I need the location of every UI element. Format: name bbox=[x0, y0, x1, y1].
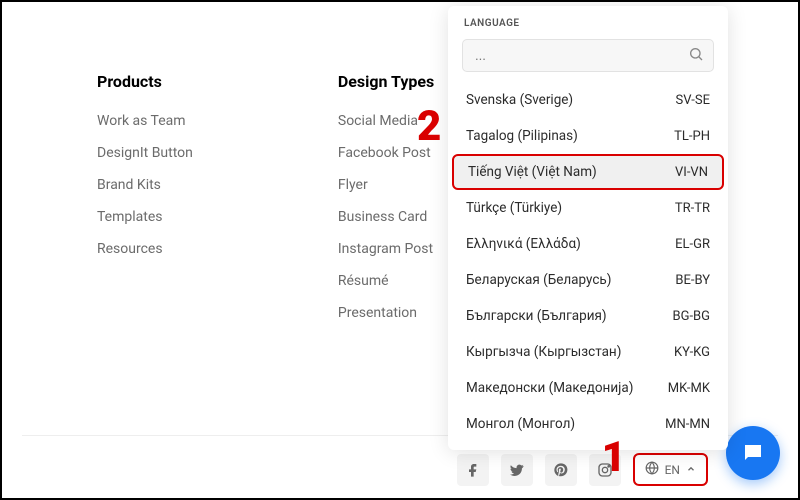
language-option[interactable]: Македонски (Македонија)MK-MK bbox=[448, 370, 728, 406]
language-option[interactable]: Монгол (Монгол)MN-MN bbox=[448, 406, 728, 442]
footer-link[interactable]: Templates bbox=[97, 209, 193, 225]
language-option[interactable]: Ελληνικά (Ελλάδα)EL-GR bbox=[448, 226, 728, 262]
products-column: Products Work as Team DesignIt Button Br… bbox=[97, 72, 193, 337]
language-popup-header: LANGUAGE bbox=[448, 6, 728, 39]
design-types-heading: Design Types bbox=[338, 72, 434, 91]
products-heading: Products bbox=[97, 72, 193, 91]
language-option[interactable]: Кыргызча (Кыргызстан)KY-KG bbox=[448, 334, 728, 370]
footer-link[interactable]: Résumé bbox=[338, 273, 434, 289]
globe-icon bbox=[645, 461, 659, 478]
chevron-up-icon bbox=[686, 463, 696, 477]
language-option[interactable]: Български (България)BG-BG bbox=[448, 298, 728, 334]
language-option[interactable]: Tagalog (Pilipinas)TL-PH bbox=[448, 118, 728, 154]
language-option-highlighted[interactable]: Tiếng Việt (Việt Nam)VI-VN bbox=[452, 154, 724, 190]
language-option[interactable]: Svenska (Sverige)SV-SE bbox=[448, 82, 728, 118]
language-search-input[interactable] bbox=[462, 39, 714, 72]
pinterest-icon[interactable] bbox=[545, 454, 577, 486]
footer-link[interactable]: Instagram Post bbox=[338, 241, 434, 257]
footer-link[interactable]: Presentation bbox=[338, 305, 434, 321]
language-search-wrapper bbox=[462, 39, 714, 72]
footer-link[interactable]: DesignIt Button bbox=[97, 145, 193, 161]
language-option[interactable]: Türkçe (Türkiye)TR-TR bbox=[448, 190, 728, 226]
footer-link[interactable]: Work as Team bbox=[97, 113, 193, 129]
language-option[interactable]: Беларуская (Беларусь)BE-BY bbox=[448, 262, 728, 298]
twitter-icon[interactable] bbox=[501, 454, 533, 486]
language-selector-button[interactable]: EN bbox=[633, 453, 708, 486]
annotation-callout-1: 1 bbox=[602, 433, 626, 482]
language-current-label: EN bbox=[665, 463, 680, 477]
chat-button[interactable] bbox=[726, 426, 780, 480]
language-popup: LANGUAGE Svenska (Sverige)SV-SE Tagalog … bbox=[448, 6, 728, 450]
footer-link[interactable]: Flyer bbox=[338, 177, 434, 193]
footer-link[interactable]: Business Card bbox=[338, 209, 434, 225]
footer-bar: EN bbox=[457, 453, 708, 486]
search-icon bbox=[688, 46, 704, 66]
facebook-icon[interactable] bbox=[457, 454, 489, 486]
footer-link[interactable]: Brand Kits bbox=[97, 177, 193, 193]
language-list: Svenska (Sverige)SV-SE Tagalog (Pilipina… bbox=[448, 82, 728, 442]
footer-link[interactable]: Resources bbox=[97, 241, 193, 257]
annotation-callout-2: 2 bbox=[417, 102, 441, 151]
